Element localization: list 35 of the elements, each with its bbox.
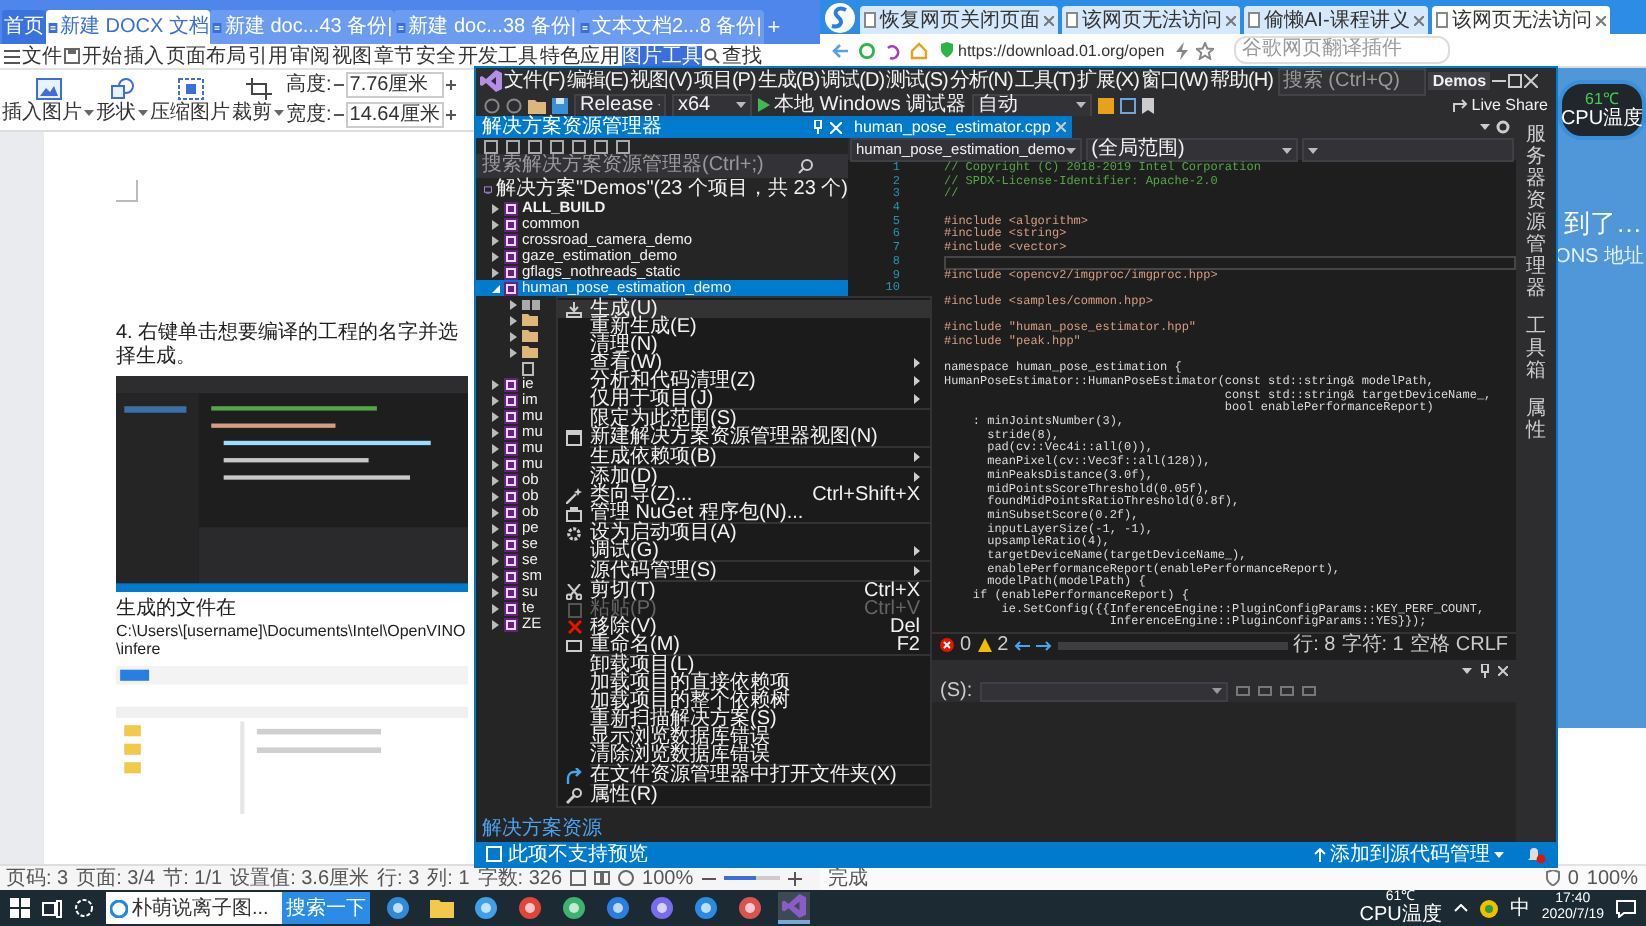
status-text: 设置值: 3.6厘米 — [230, 867, 370, 889]
status-text: 行: 8 — [1293, 634, 1336, 656]
shortcut-text: Ctrl+Shift+X — [812, 486, 920, 504]
status-text: CRLF — [1455, 634, 1508, 656]
zoom-level: 100% — [1586, 867, 1638, 889]
paragraph: 4. 右键单击想要编译的工程的名字并选择生成。 — [116, 322, 461, 370]
warning-count: 2 — [997, 634, 1009, 656]
shortcut-text: Ctrl+X — [863, 582, 920, 600]
size-label: 高度: — [286, 74, 332, 96]
panel-title: 解决方案资源管理器 — [482, 116, 664, 138]
temperature-label: CPU温度 — [1560, 108, 1644, 130]
status-text: 列: 1 — [427, 867, 470, 889]
status-message: 此项不支持预览 — [508, 843, 648, 865]
output-source-label: (S): — [940, 680, 973, 702]
shortcut-text: Del — [889, 618, 920, 636]
page-heading: 到了… — [1564, 208, 1642, 238]
status-text: 字符: 1 — [1341, 634, 1404, 656]
status-text: 页码: 3 — [6, 867, 69, 889]
shortcut-text: Ctrl+V — [863, 600, 920, 618]
solution-name: Demos — [1428, 72, 1491, 90]
temperature-reading: 61℃ — [1585, 90, 1619, 108]
status-text: 字数: 326 — [477, 867, 563, 889]
status-text: 节: 1/1 — [163, 867, 223, 889]
error-count: 0 — [960, 634, 972, 656]
temperature-label: CPU温度 — [1359, 906, 1442, 926]
download-count: 0 — [1567, 867, 1579, 889]
status-text: 空格 — [1409, 634, 1450, 656]
shortcut-text: F2 — [896, 636, 920, 654]
status-text: 页面: 3/4 — [76, 867, 156, 889]
size-label: 宽度: — [286, 104, 332, 126]
zoom-level: 100% — [642, 867, 694, 889]
status-text: 行: 3 — [377, 867, 420, 889]
paragraph: 生成的文件在 — [116, 598, 238, 622]
file-path: C:\Users\[username]\Documents\Intel\OpenVINO\infere — [116, 622, 468, 658]
status-text: 完成 — [828, 867, 868, 889]
